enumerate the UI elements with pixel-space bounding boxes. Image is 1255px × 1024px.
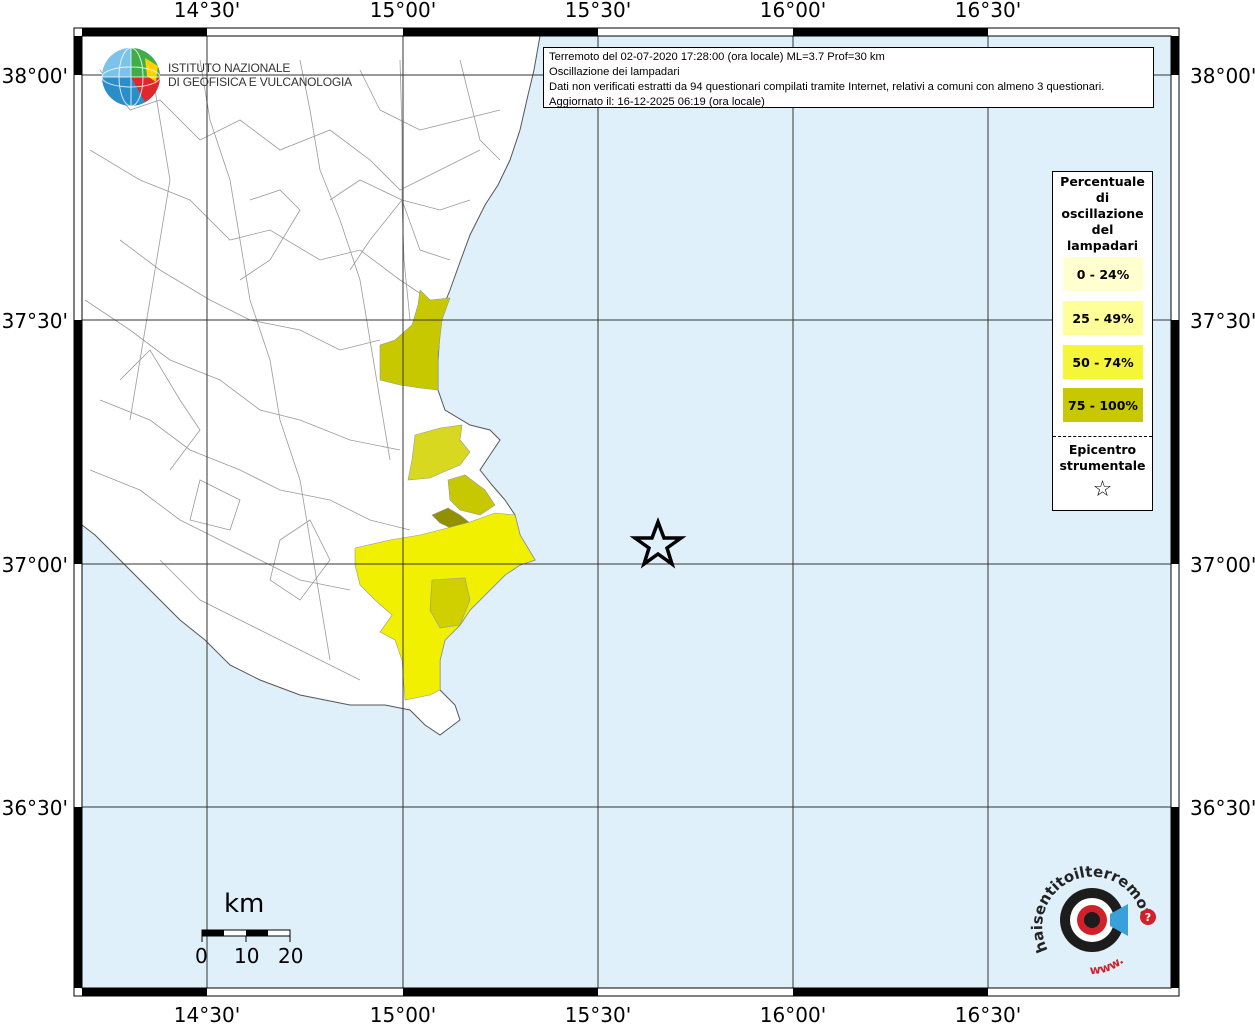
event-info-box: Terremoto del 02-07-2020 17:28:00 (ora l…	[543, 47, 1154, 108]
hsl-logo-prefix: www.	[1089, 953, 1126, 977]
scale-unit: km	[224, 889, 265, 919]
scale-label-10: 10	[234, 944, 260, 968]
lon-label-top: 15°00'	[370, 0, 436, 22]
legend-epicenter-label: Epicentro strumentale	[1053, 442, 1152, 474]
legend-title-line: oscillazione	[1061, 206, 1144, 221]
legend-star-icon: ☆	[1092, 477, 1113, 502]
legend-separator	[1053, 436, 1152, 437]
lon-label-top: 14°30'	[174, 0, 240, 22]
ingv-logo-icon	[101, 47, 161, 107]
legend-title-line: del	[1091, 222, 1114, 237]
legend-title-line: lampadari	[1067, 238, 1138, 253]
lon-label-bottom: 15°00'	[370, 1003, 436, 1024]
legend-class-2: 50 - 74%	[1063, 345, 1143, 379]
lon-label-bottom: 15°30'	[565, 1003, 631, 1024]
legend-epicenter-line: Epicentro	[1068, 442, 1137, 457]
event-info-line: Dati non verificati estratti da 94 quest…	[549, 81, 1105, 93]
event-info-line: Terremoto del 02-07-2020 17:28:00 (ora l…	[549, 51, 885, 63]
svg-text:www.: www.	[1089, 953, 1126, 977]
legend: Percentuale di oscillazione del lampadar…	[1052, 171, 1153, 511]
legend-class-1: 25 - 49%	[1063, 301, 1143, 335]
legend-title-line: Percentuale	[1060, 174, 1145, 189]
legend-title-line: di	[1095, 190, 1110, 205]
lat-label-left: 36°30'	[2, 796, 68, 820]
legend-class-0: 0 - 24%	[1063, 257, 1143, 291]
lat-label-right: 37°30'	[1190, 309, 1255, 333]
lat-label-left: 37°30'	[2, 309, 68, 333]
svg-text:?: ?	[1145, 911, 1151, 924]
lat-label-right: 37°00'	[1190, 553, 1255, 577]
lon-label-top: 15°30'	[565, 0, 631, 22]
ingv-name-line2: DI GEOFISICA E VULCANOLOGIA	[168, 75, 352, 89]
lat-label-right: 36°30'	[1190, 796, 1255, 820]
scale-label-20: 20	[278, 944, 304, 968]
lon-label-bottom: 14°30'	[174, 1003, 240, 1024]
ingv-name: ISTITUTO NAZIONALE DI GEOFISICA E VULCAN…	[168, 61, 352, 89]
hsl-logo-icon: haisentitoilterremoto.it www. ?	[1030, 862, 1156, 977]
legend-class-3: 75 - 100%	[1063, 388, 1143, 422]
lon-label-top: 16°30'	[955, 0, 1021, 22]
lon-label-top: 16°00'	[760, 0, 826, 22]
scale-label-0: 0	[195, 944, 208, 968]
lat-label-left: 37°00'	[2, 553, 68, 577]
legend-title: Percentuale di oscillazione del lampadar…	[1053, 172, 1152, 254]
event-info-line: Oscillazione dei lampadari	[549, 66, 680, 78]
lat-label-right: 38°00'	[1190, 64, 1255, 88]
legend-epicenter-line: strumentale	[1059, 458, 1146, 473]
event-info-line: Aggiornato il: 16-12-2025 06:19 (ora loc…	[549, 96, 765, 108]
lon-label-bottom: 16°30'	[955, 1003, 1021, 1024]
ingv-name-line1: ISTITUTO NAZIONALE	[168, 61, 291, 75]
lon-label-bottom: 16°00'	[760, 1003, 826, 1024]
lat-label-left: 38°00'	[2, 64, 68, 88]
